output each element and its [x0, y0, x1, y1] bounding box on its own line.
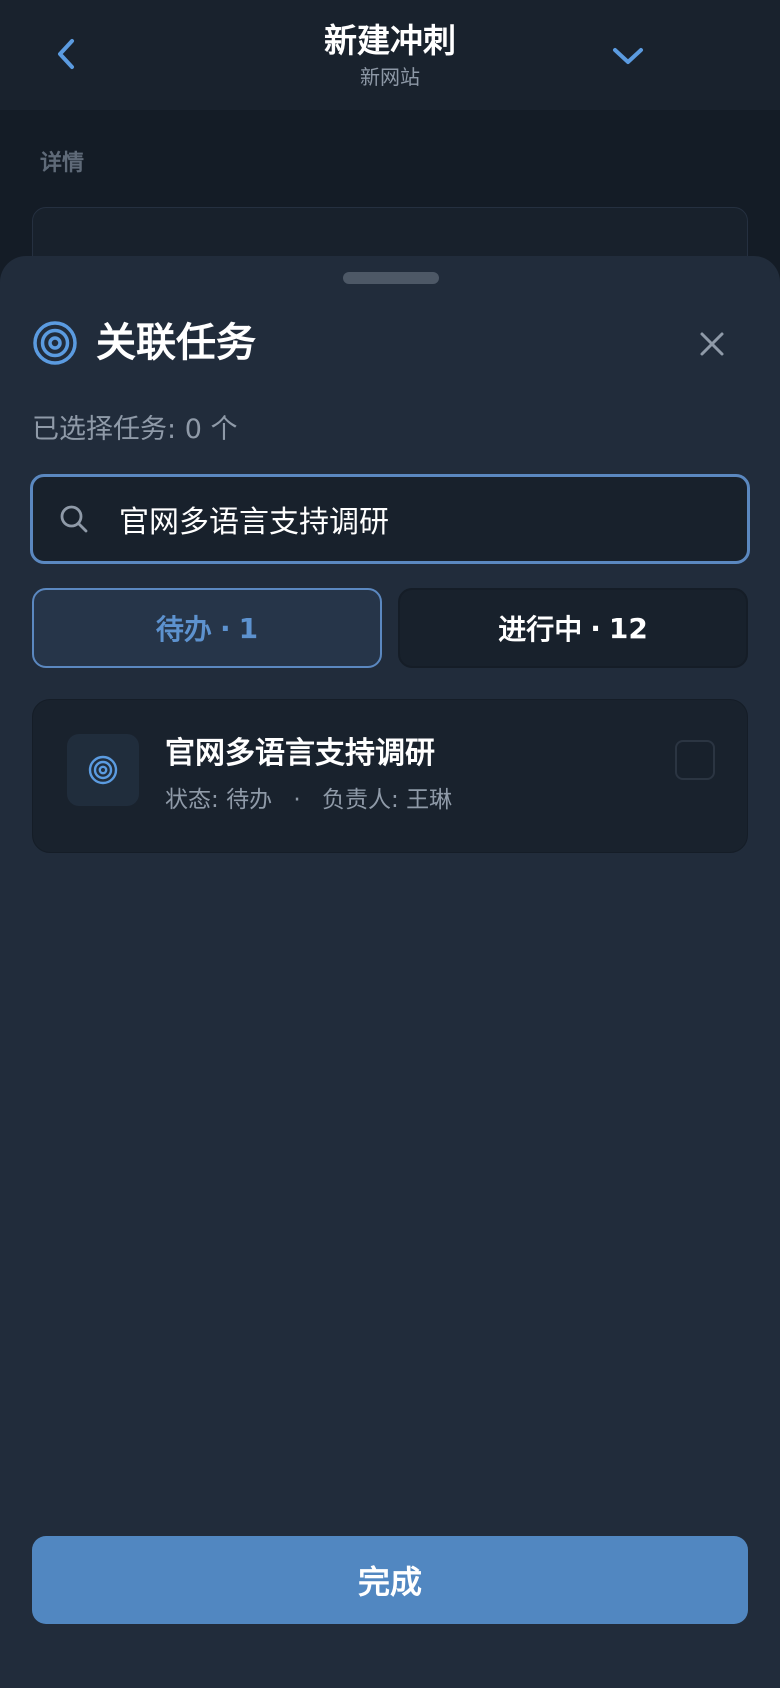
- selected-count-value: 0: [184, 414, 202, 445]
- chevron-down-icon: [613, 48, 643, 64]
- page-title: 新建冲刺: [324, 21, 456, 60]
- task-meta: 状态: 待办 · 负责人: 王琳: [165, 784, 452, 816]
- tab-in-progress[interactable]: 进行中 · 12: [398, 588, 748, 668]
- task-title: 官网多语言支持调研: [165, 736, 435, 771]
- search-icon: [60, 505, 88, 533]
- close-icon: [700, 332, 724, 356]
- title-group: 新建冲刺 新网站: [170, 18, 610, 90]
- task-owner: 王琳: [406, 787, 453, 813]
- page-subtitle: 新网站: [360, 65, 420, 89]
- sheet-grabber[interactable]: [343, 272, 439, 284]
- search-input[interactable]: [119, 501, 747, 537]
- collapse-button[interactable]: [604, 34, 652, 78]
- section-label-details: 详情: [40, 151, 85, 176]
- tab-separator: ·: [590, 611, 601, 645]
- tab-label: 待办: [155, 613, 212, 646]
- tab-label: 进行中: [498, 613, 583, 646]
- selected-count-unit: 个: [210, 414, 238, 445]
- tab-count: 1: [238, 611, 259, 645]
- task-status-label: 状态:: [165, 787, 219, 813]
- close-button[interactable]: [688, 320, 736, 368]
- screen: 新建冲刺 新网站 详情 关联任务 已选择任务: 0 个 官网多语言支持调研 待办…: [0, 0, 780, 1688]
- selected-count: 已选择任务: 0 个: [32, 412, 237, 448]
- top-bar: 新建冲刺 新网站: [0, 0, 780, 110]
- target-icon: [33, 321, 77, 365]
- task-status: 待办: [226, 787, 273, 813]
- tab-count: 12: [608, 611, 648, 645]
- task-checkbox[interactable]: [675, 740, 715, 780]
- task-owner-label: 负责人:: [322, 787, 399, 813]
- tab-todo[interactable]: 待办 · 1: [32, 588, 382, 668]
- sheet-title: 关联任务: [96, 320, 256, 366]
- chevron-left-icon: [58, 39, 74, 69]
- task-meta-separator: ·: [293, 787, 301, 813]
- done-button[interactable]: 完成: [32, 1536, 748, 1624]
- selected-count-label: 已选择任务:: [32, 414, 177, 445]
- task-item[interactable]: 官网多语言支持调研 状态: 待办 · 负责人: 王琳: [32, 699, 748, 853]
- back-button[interactable]: [44, 32, 88, 76]
- search-box[interactable]: [30, 474, 750, 564]
- task-icon-container: [67, 734, 139, 806]
- target-icon: [88, 755, 118, 785]
- tab-separator: ·: [219, 611, 231, 645]
- link-tasks-sheet: 关联任务 已选择任务: 0 个 待办 · 1 进行中 ·: [0, 256, 780, 1688]
